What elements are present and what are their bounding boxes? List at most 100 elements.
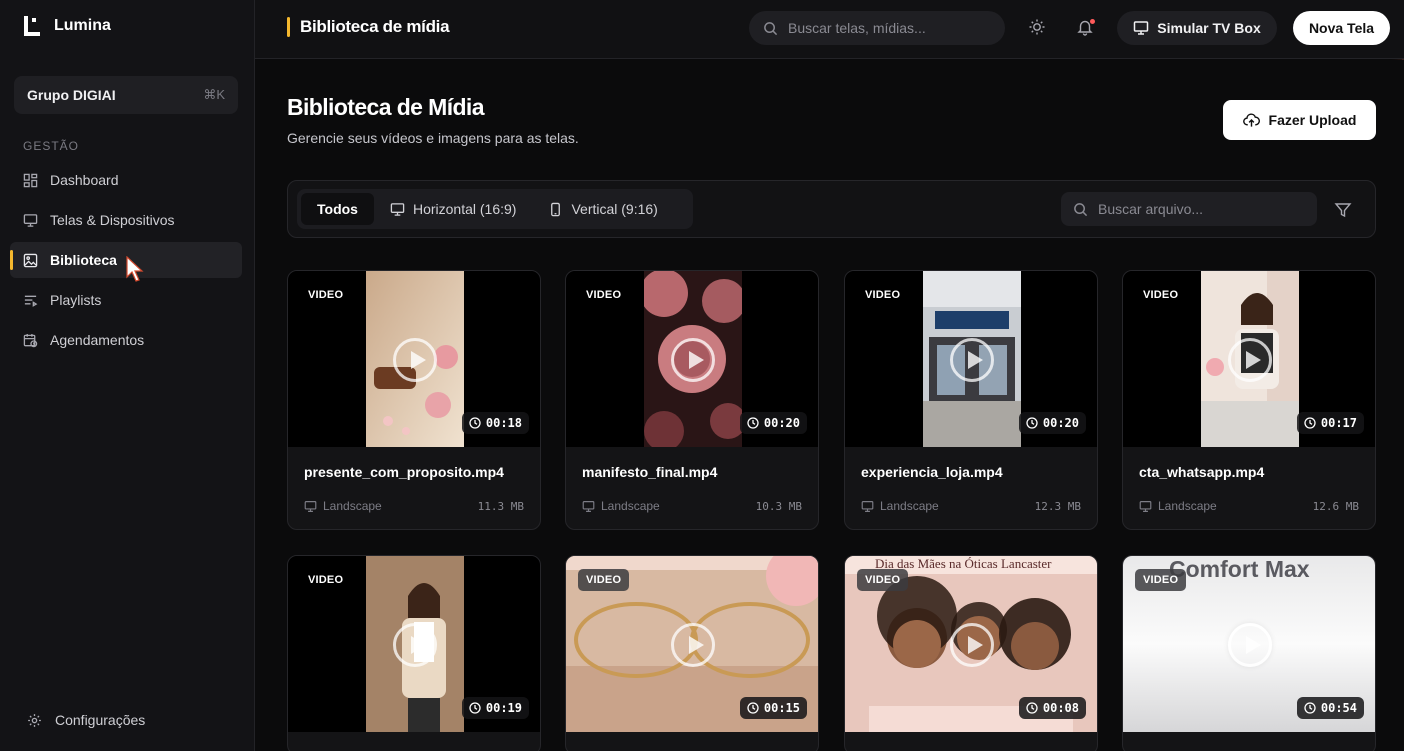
file-size: 10.3 MB [755, 499, 802, 513]
filter-icon[interactable] [1334, 201, 1352, 219]
play-icon[interactable] [950, 338, 994, 382]
sidebar: Lumina Grupo DIGIAI ⌘K GESTÃO Dashboard … [0, 0, 255, 751]
media-meta: Landscape 12.3 MB [861, 499, 1081, 513]
monitor-icon [582, 500, 595, 512]
section-label-gestao: GESTÃO [23, 139, 80, 153]
monitor-icon [23, 213, 38, 227]
tab-label: Todos [317, 201, 358, 217]
clock-icon [747, 702, 759, 714]
play-icon[interactable] [950, 623, 994, 667]
simulate-tvbox-button[interactable]: Simular TV Box [1117, 11, 1277, 45]
media-filename: presente_com_proposito.mp4 [304, 464, 504, 480]
media-meta: Landscape 11.3 MB [304, 499, 524, 513]
sidebar-item-label: Playlists [50, 292, 102, 308]
duration-badge: 00:20 [1018, 412, 1086, 434]
tab-todos[interactable]: Todos [301, 193, 374, 225]
tab-label: Horizontal (16:9) [412, 201, 517, 217]
topbar-title: Biblioteca de mídia [287, 17, 450, 37]
tab-horizontal[interactable]: Horizontal (16:9) [374, 193, 533, 225]
main-area: Biblioteca de mídia Buscar telas, mídias… [255, 0, 1404, 751]
new-screen-button[interactable]: Nova Tela [1293, 11, 1390, 45]
duration-text: 00:15 [763, 701, 800, 715]
monitor-icon [861, 500, 874, 512]
media-filename: cta_whatsapp.mp4 [1139, 464, 1265, 480]
duration-text: 00:08 [1042, 701, 1079, 715]
duration-text: 00:19 [485, 701, 522, 715]
media-card[interactable]: VIDEO 00:18 presente_com_proposito.mp4 L… [287, 270, 541, 530]
clock-icon [1304, 417, 1316, 429]
play-icon[interactable] [393, 623, 437, 667]
video-tag: VIDEO [1135, 569, 1187, 591]
media-card[interactable]: VIDEO 00:17 cta_whatsapp.mp4 Landscape 1… [1122, 270, 1376, 530]
sidebar-item-dashboard[interactable]: Dashboard [10, 162, 242, 198]
sun-icon[interactable] [1028, 18, 1046, 36]
duration-text: 00:18 [485, 416, 522, 430]
duration-text: 00:20 [763, 416, 800, 430]
play-icon[interactable] [671, 338, 715, 382]
video-tag: VIDEO [865, 289, 901, 301]
sidebar-item-agendamentos[interactable]: Agendamentos [10, 322, 242, 358]
clock-icon [469, 702, 481, 714]
video-tag: VIDEO [578, 569, 630, 591]
media-card[interactable]: Comfort Max VIDEO 00:54 [1122, 555, 1376, 751]
filter-bar: Todos Horizontal (16:9) Vertical (9:16) … [287, 180, 1376, 238]
sidebar-item-playlists[interactable]: Playlists [10, 282, 242, 318]
duration-badge: 00:19 [461, 697, 529, 719]
settings-link[interactable]: Configurações [27, 712, 145, 728]
image-icon [23, 253, 38, 267]
sidebar-item-label: Telas & Dispositivos [50, 212, 175, 228]
org-shortcut: ⌘K [203, 87, 225, 102]
media-meta: Landscape 10.3 MB [582, 499, 802, 513]
brand-name: Lumina [54, 17, 111, 34]
media-thumbnail[interactable]: VIDEO 00:15 [566, 556, 818, 732]
org-switcher-button[interactable]: Grupo DIGIAI ⌘K [14, 76, 238, 114]
media-thumbnail[interactable]: VIDEO 00:20 [845, 271, 1097, 447]
clock-icon [1026, 702, 1038, 714]
monitor-icon [304, 500, 317, 512]
app-window: Lumina Grupo DIGIAI ⌘K GESTÃO Dashboard … [0, 0, 1404, 751]
media-thumbnail[interactable]: VIDEO 00:20 [566, 271, 818, 447]
upload-label: Fazer Upload [1268, 112, 1357, 128]
global-search-placeholder: Buscar telas, mídias... [788, 20, 926, 36]
video-tag: VIDEO [1143, 289, 1179, 301]
clock-icon [1026, 417, 1038, 429]
video-tag: VIDEO [308, 574, 344, 586]
media-thumbnail[interactable]: Comfort Max VIDEO 00:54 [1123, 556, 1375, 732]
play-icon[interactable] [1228, 623, 1272, 667]
thumbnail-caption: Comfort Max [1169, 556, 1310, 582]
media-thumbnail[interactable]: VIDEO 00:19 [288, 556, 540, 732]
media-card[interactable]: VIDEO 00:20 manifesto_final.mp4 Landscap… [565, 270, 819, 530]
simulate-tvbox-label: Simular TV Box [1157, 20, 1261, 36]
page-title: Biblioteca de Mídia [287, 94, 485, 120]
orientation-label: Landscape [601, 499, 660, 513]
file-size: 12.6 MB [1312, 499, 1359, 513]
play-icon[interactable] [393, 338, 437, 382]
media-thumbnail[interactable]: VIDEO 00:18 [288, 271, 540, 447]
orientation-label: Landscape [1158, 499, 1217, 513]
notification-dot [1090, 19, 1095, 24]
sidebar-item-label: Biblioteca [50, 252, 117, 268]
playlist-icon [24, 295, 38, 307]
brand[interactable]: Lumina [22, 14, 111, 38]
sidebar-item-telas[interactable]: Telas & Dispositivos [10, 202, 242, 238]
media-card[interactable]: Dia das Mães na Óticas Lancaster VIDEO 0… [844, 555, 1098, 751]
sidebar-item-label: Agendamentos [50, 332, 145, 348]
org-name: Grupo DIGIAI [27, 87, 116, 103]
media-thumbnail[interactable]: Dia das Mães na Óticas Lancaster VIDEO 0… [845, 556, 1097, 732]
play-icon[interactable] [671, 623, 715, 667]
file-search-input[interactable]: Buscar arquivo... [1061, 192, 1317, 226]
media-card[interactable]: VIDEO 00:19 [287, 555, 541, 751]
tab-vertical[interactable]: Vertical (9:16) [532, 193, 673, 225]
file-size: 12.3 MB [1034, 499, 1081, 513]
play-icon[interactable] [1228, 338, 1272, 382]
duration-text: 00:54 [1320, 701, 1357, 715]
upload-button[interactable]: Fazer Upload [1223, 100, 1376, 140]
topbar-title-text: Biblioteca de mídia [300, 17, 450, 36]
media-card[interactable]: VIDEO 00:20 experiencia_loja.mp4 Landsca… [844, 270, 1098, 530]
search-icon [764, 21, 778, 35]
media-card[interactable]: VIDEO 00:15 [565, 555, 819, 751]
duration-text: 00:17 [1320, 416, 1357, 430]
media-thumbnail[interactable]: VIDEO 00:17 [1123, 271, 1375, 447]
video-tag: VIDEO [586, 289, 622, 301]
global-search-input[interactable]: Buscar telas, mídias... [749, 11, 1005, 45]
